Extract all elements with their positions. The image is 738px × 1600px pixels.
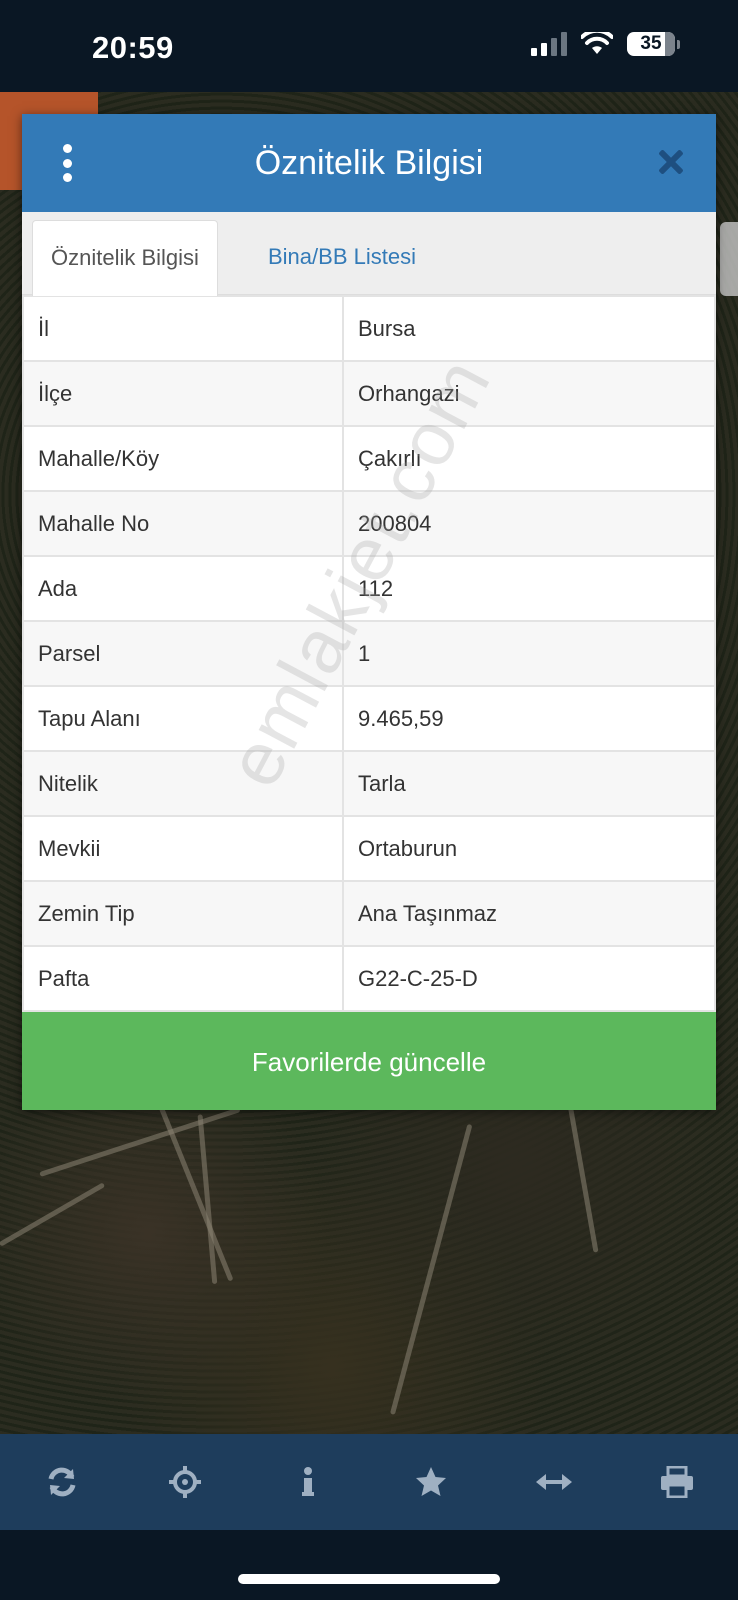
table-row: Mahalle No 200804 <box>22 490 716 557</box>
attribute-value: 200804 <box>342 490 716 557</box>
table-row: Mevkii Ortaburun <box>22 815 716 882</box>
attribute-value: Bursa <box>342 295 716 362</box>
refresh-icon[interactable] <box>32 1452 92 1512</box>
attribute-key: Pafta <box>22 945 344 1012</box>
attribute-key: Ada <box>22 555 344 622</box>
attribute-key: Mevkii <box>22 815 344 882</box>
attribute-value: Ana Taşınmaz <box>342 880 716 947</box>
attribute-key: İlçe <box>22 360 344 427</box>
attribute-value: Ortaburun <box>342 815 716 882</box>
home-indicator[interactable] <box>238 1574 500 1584</box>
measure-arrows-icon[interactable] <box>524 1452 584 1512</box>
attribute-value: 112 <box>342 555 716 622</box>
attribute-value: Orhangazi <box>342 360 716 427</box>
home-indicator-area <box>0 1530 738 1600</box>
bottom-toolbar <box>0 1434 738 1530</box>
attribute-value: 1 <box>342 620 716 687</box>
map-side-handle[interactable] <box>720 222 738 296</box>
update-favorites-button[interactable]: Favorilerde güncelle <box>22 1012 716 1110</box>
battery-tip <box>677 39 680 49</box>
table-row: Ada 112 <box>22 555 716 622</box>
status-time: 20:59 <box>92 30 174 65</box>
attribute-key: Parsel <box>22 620 344 687</box>
locate-crosshair-icon[interactable] <box>155 1452 215 1512</box>
attribute-info-modal: Öznitelik Bilgisi Öznitelik Bilgisi Bina… <box>22 114 716 1110</box>
table-row: Mahalle/Köy Çakırlı <box>22 425 716 492</box>
attribute-key: İl <box>22 295 344 362</box>
battery-icon: 35 <box>627 32 675 56</box>
table-row: Parsel 1 <box>22 620 716 687</box>
modal-title: Öznitelik Bilgisi <box>254 144 484 182</box>
attribute-key: Mahalle/Köy <box>22 425 344 492</box>
cellular-signal-icon <box>531 32 567 56</box>
table-row: Pafta G22-C-25-D <box>22 945 716 1012</box>
table-row: Zemin Tip Ana Taşınmaz <box>22 880 716 947</box>
table-row: Tapu Alanı 9.465,59 <box>22 685 716 752</box>
modal-tabs: Öznitelik Bilgisi Bina/BB Listesi <box>22 212 716 296</box>
close-icon[interactable] <box>654 144 690 180</box>
status-bar: 20:59 35 <box>0 0 738 92</box>
modal-header: Öznitelik Bilgisi <box>22 114 716 212</box>
print-icon[interactable] <box>647 1452 707 1512</box>
tab-attribute-info[interactable]: Öznitelik Bilgisi <box>32 220 218 296</box>
info-icon[interactable] <box>278 1452 338 1512</box>
status-icons: 35 <box>531 32 680 56</box>
attribute-value: Tarla <box>342 750 716 817</box>
table-row: İl Bursa <box>22 295 716 362</box>
attribute-value: 9.465,59 <box>342 685 716 752</box>
tab-building-list[interactable]: Bina/BB Listesi <box>250 220 434 294</box>
attribute-table: İl Bursa İlçe Orhangazi Mahalle/Köy Çakırlı Ma… <box>22 295 716 1012</box>
attribute-value: Çakırlı <box>342 425 716 492</box>
table-row: İlçe Orhangazi <box>22 360 716 427</box>
star-icon[interactable] <box>401 1452 461 1512</box>
battery-level: 35 <box>640 33 662 54</box>
attribute-value: G22-C-25-D <box>342 945 716 1012</box>
wifi-icon <box>581 32 613 54</box>
table-row: Nitelik Tarla <box>22 750 716 817</box>
attribute-key: Mahalle No <box>22 490 344 557</box>
attribute-key: Zemin Tip <box>22 880 344 947</box>
attribute-key: Tapu Alanı <box>22 685 344 752</box>
attribute-key: Nitelik <box>22 750 344 817</box>
